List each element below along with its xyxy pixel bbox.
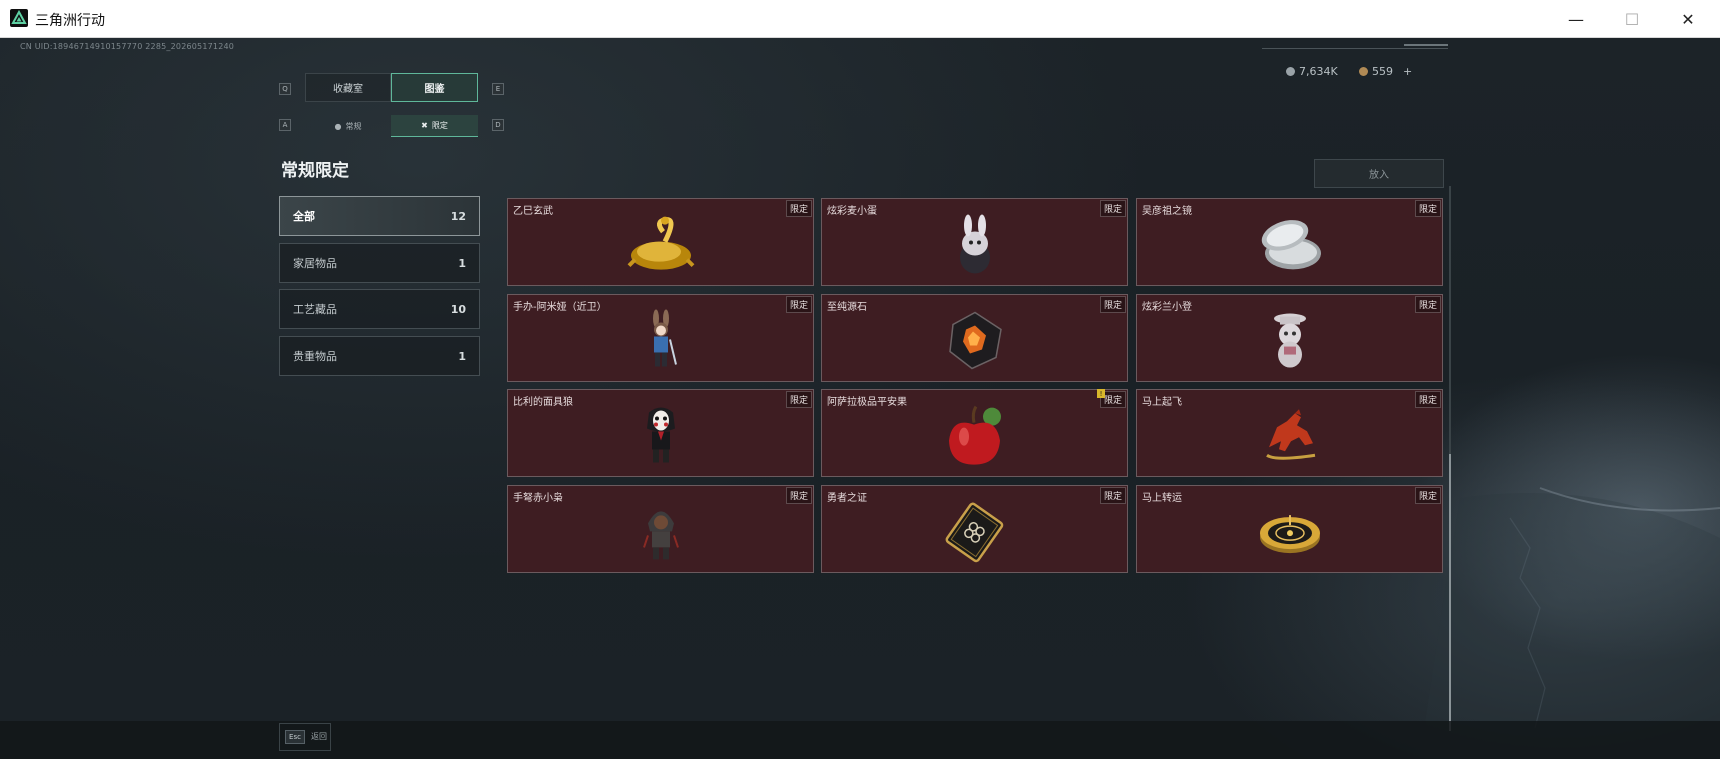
- key-hint-a: A: [279, 119, 291, 131]
- limited-badge: 限定: [785, 296, 812, 313]
- currency-silver-value: 7,634K: [1299, 65, 1338, 78]
- minimize-button[interactable]: —: [1548, 0, 1604, 38]
- tab-collection-room[interactable]: 收藏室: [305, 73, 391, 102]
- originium-crystal-icon: [944, 309, 1006, 371]
- hud-divider-accent: [1404, 44, 1448, 46]
- category-label: 工艺藏品: [293, 303, 337, 316]
- window-title: 三角洲行动: [35, 13, 105, 29]
- category-home-items[interactable]: 家居物品 1: [279, 243, 480, 283]
- item-card[interactable]: 至纯源石 限定: [821, 294, 1128, 382]
- hooded-figure-icon: [642, 501, 680, 561]
- category-count: 12: [450, 209, 466, 223]
- currency-gold-value: 559: [1372, 65, 1393, 78]
- limited-badge: 限定: [1099, 487, 1126, 504]
- back-label: 返回: [311, 732, 327, 741]
- rabbit-egg-figure-icon: [953, 213, 997, 275]
- bear-figure-icon: [1268, 309, 1312, 373]
- item-name: 手弩赤小枭: [513, 493, 563, 504]
- maximize-button[interactable]: ☐: [1604, 0, 1660, 38]
- import-button[interactable]: 放入: [1314, 159, 1444, 188]
- category-count: 1: [458, 256, 466, 270]
- item-name: 吴彦祖之镜: [1142, 206, 1192, 217]
- item-card[interactable]: 比利的面具狼 限定: [507, 389, 814, 477]
- subtab-regular-label: 常规: [345, 121, 362, 131]
- grid-scrollbar-thumb[interactable]: [1449, 454, 1451, 731]
- item-name: 炫彩麦小蛋: [827, 206, 877, 217]
- gold-coin-icon: [1359, 67, 1368, 76]
- item-card[interactable]: 炫彩麦小蛋 限定: [821, 198, 1128, 286]
- currency-silver: 7,634K: [1286, 65, 1338, 78]
- bottom-bar: [0, 721, 1720, 759]
- new-alert-icon: !: [1097, 389, 1105, 398]
- billy-puppet-figure-icon: [641, 404, 681, 466]
- section-title: 常规限定: [281, 161, 349, 181]
- category-label: 贵重物品: [293, 350, 337, 363]
- gold-card-icon: [942, 500, 1008, 564]
- category-crafts[interactable]: 工艺藏品 10: [279, 289, 480, 329]
- esc-key-icon: Esc: [285, 730, 305, 744]
- category-all[interactable]: 全部 12: [279, 196, 480, 236]
- item-card[interactable]: 炫彩兰小登 限定: [1136, 294, 1443, 382]
- subtab-regular[interactable]: ● 常规: [305, 115, 391, 137]
- item-card[interactable]: 勇者之证 限定: [821, 485, 1128, 573]
- item-card[interactable]: 阿萨拉极品平安果 限定 !: [821, 389, 1128, 477]
- tab-codex[interactable]: 图鉴: [391, 73, 478, 102]
- app-logo-icon: [10, 9, 28, 27]
- game-viewport: CN UID:18946714910157770 2285_2026051712…: [0, 38, 1720, 759]
- red-horse-icon: [1255, 407, 1325, 463]
- category-valuables[interactable]: 贵重物品 1: [279, 336, 480, 376]
- item-name: 马上起飞: [1142, 397, 1182, 408]
- currency-gold: 559 +: [1359, 65, 1412, 78]
- category-count: 10: [450, 302, 466, 316]
- category-label: 家居物品: [293, 257, 337, 270]
- key-hint-e: E: [492, 83, 504, 95]
- item-name: 比利的面具狼: [513, 397, 573, 408]
- category-label: 全部: [293, 210, 315, 223]
- flame-icon: ●: [334, 121, 342, 131]
- limited-badge: 限定: [1414, 487, 1441, 504]
- limited-badge: 限定: [785, 200, 812, 217]
- silver-coin-icon: [1286, 67, 1295, 76]
- key-hint-q: Q: [279, 83, 291, 95]
- limited-badge: 限定: [1414, 200, 1441, 217]
- item-name: 马上转运: [1142, 493, 1182, 504]
- limited-badge: 限定: [1099, 200, 1126, 217]
- hud-divider: [1262, 48, 1448, 49]
- limited-badge: 限定: [785, 391, 812, 408]
- limited-badge: 限定: [1099, 296, 1126, 313]
- item-name: 至纯源石: [827, 302, 867, 313]
- subtab-limited[interactable]: ✖ 限定: [391, 115, 478, 137]
- item-card[interactable]: 吴彦祖之镜 限定: [1136, 198, 1443, 286]
- player-uid: CN UID:18946714910157770 2285_2026051712…: [20, 42, 235, 51]
- add-currency-button[interactable]: +: [1403, 65, 1412, 78]
- item-card[interactable]: 马上起飞 限定: [1136, 389, 1443, 477]
- item-card[interactable]: 乙巳玄武 限定: [507, 198, 814, 286]
- item-name: 炫彩兰小登: [1142, 302, 1192, 313]
- subtab-limited-label: 限定: [431, 121, 448, 130]
- gold-compass-icon: [1258, 505, 1322, 557]
- key-hint-d: D: [492, 119, 504, 131]
- close-button[interactable]: ✕: [1660, 0, 1716, 38]
- limited-badge: 限定: [785, 487, 812, 504]
- red-apple-icon: [944, 403, 1006, 469]
- gold-serpent-turtle-icon: [625, 212, 697, 278]
- category-count: 1: [458, 349, 466, 363]
- item-name: 手办-阿米娅（近卫）: [513, 302, 607, 313]
- item-card[interactable]: 手办-阿米娅（近卫） 限定: [507, 294, 814, 382]
- item-name: 勇者之证: [827, 493, 867, 504]
- limited-badge: 限定: [1414, 391, 1441, 408]
- silver-compact-mirror-icon: [1255, 215, 1325, 273]
- item-card[interactable]: 马上转运 限定: [1136, 485, 1443, 573]
- amiya-figure-icon: [642, 309, 680, 371]
- item-name: 乙巳玄武: [513, 206, 553, 217]
- item-name: 阿萨拉极品平安果: [827, 397, 907, 408]
- window-titlebar: 三角洲行动 — ☐ ✕: [0, 0, 1720, 38]
- crossed-icon: ✖: [421, 121, 428, 130]
- limited-badge: 限定: [1414, 296, 1441, 313]
- item-card[interactable]: 手弩赤小枭 限定: [507, 485, 814, 573]
